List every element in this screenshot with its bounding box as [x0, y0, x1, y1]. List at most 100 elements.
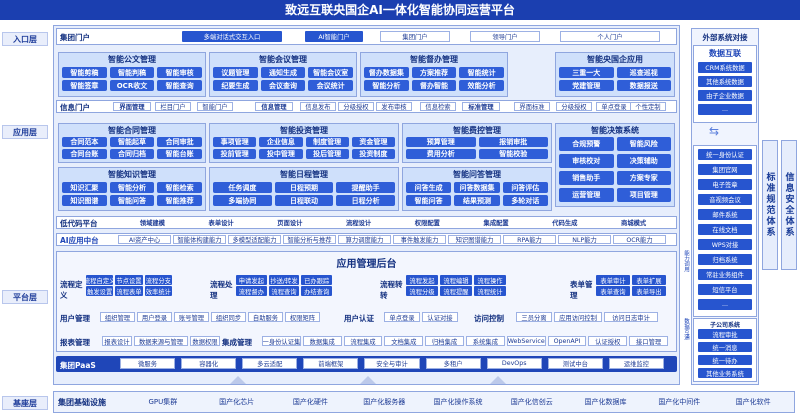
module-item[interactable]: 效能分析 — [459, 80, 504, 91]
backend-item[interactable]: 触发设置 — [86, 286, 114, 296]
info-portal-item[interactable]: 信息发布 — [300, 102, 336, 111]
portal-item[interactable]: 领导门户 — [470, 31, 540, 42]
module-item[interactable]: 智能统计 — [459, 67, 504, 78]
datalink-item[interactable]: ... — [698, 104, 752, 115]
module-item[interactable]: 日程预期 — [274, 182, 334, 193]
backend-item[interactable]: 数据集成 — [302, 336, 342, 346]
info-portal-item[interactable]: 发布审核 — [376, 102, 412, 111]
info-portal-item[interactable]: 个性定制 — [630, 102, 666, 111]
portal-item[interactable]: AI智能门户 — [305, 31, 363, 42]
module-item[interactable]: 三重一大 — [559, 67, 614, 78]
module-item[interactable]: 预算管理 — [406, 137, 476, 147]
module-item[interactable]: 问答生成 — [406, 182, 452, 193]
paas-item[interactable]: DevOps — [486, 358, 542, 369]
module-item[interactable]: 企业信息 — [259, 137, 303, 147]
lowcode-item[interactable]: 表单设计 — [189, 218, 254, 227]
external-system-item[interactable]: 短信平台 — [698, 284, 752, 295]
backend-item[interactable]: 表单审计 — [596, 275, 630, 285]
datalink-item[interactable]: CRM系统数据 — [698, 62, 752, 73]
info-portal-item[interactable]: 分级授权 — [338, 102, 374, 111]
module-item[interactable]: 智能问答 — [109, 195, 155, 206]
subsidiary-item[interactable]: 统一待办 — [698, 355, 752, 365]
portal-item[interactable]: 多端对话式交互入口 — [182, 31, 282, 42]
module-item[interactable]: 合规预警 — [559, 137, 614, 151]
backend-item[interactable]: 流程自定义 — [86, 275, 114, 285]
portal-item[interactable]: 集团门户 — [380, 31, 450, 42]
backend-item[interactable]: 流程分支 — [144, 275, 172, 285]
module-item[interactable]: 销售助手 — [559, 171, 614, 185]
backend-item[interactable]: 数据权限 — [190, 336, 220, 346]
backend-item[interactable]: 流程统计 — [474, 286, 506, 296]
backend-item[interactable]: 三员分离 — [516, 312, 552, 322]
datalink-item[interactable]: 由子企业数据 — [698, 90, 752, 101]
paas-item[interactable]: 容器化 — [181, 358, 237, 369]
ai-capability-item[interactable]: 智能体构建能力 — [173, 235, 226, 244]
backend-item[interactable]: 流程发起 — [406, 275, 438, 285]
module-item[interactable]: 数据报送 — [616, 80, 671, 91]
info-portal-item[interactable]: 界面管理 — [113, 102, 151, 111]
module-item[interactable]: 审核校对 — [559, 154, 614, 168]
paas-item[interactable]: 运维监控 — [608, 358, 664, 369]
module-item[interactable]: 问答评估 — [502, 182, 548, 193]
module-item[interactable]: 智能推荐 — [157, 195, 202, 206]
module-item[interactable]: 智能判稿 — [109, 67, 155, 78]
module-item[interactable]: OCR收文 — [109, 80, 155, 91]
module-item[interactable]: 结果预测 — [454, 195, 500, 206]
backend-item[interactable]: 归档集成 — [425, 336, 464, 346]
backend-item[interactable]: 流程集成 — [343, 336, 383, 346]
module-item[interactable]: 智能分析 — [109, 182, 155, 193]
module-item[interactable]: 多端协同 — [213, 195, 272, 206]
lowcode-item[interactable]: 商城模式 — [601, 218, 666, 227]
backend-item[interactable]: 表单查询 — [596, 286, 630, 296]
backend-item[interactable]: 系统集成 — [466, 336, 505, 346]
subsidiary-item[interactable]: 统一消息 — [698, 342, 752, 352]
module-item[interactable]: 党建管理 — [559, 80, 614, 91]
subsidiary-item[interactable]: 流程审批 — [698, 329, 752, 339]
external-system-item[interactable]: 归档系统 — [698, 254, 752, 265]
ai-capability-item[interactable]: 智能分析与推荐 — [283, 235, 336, 244]
backend-item[interactable]: 权限矩阵 — [285, 312, 320, 322]
module-item[interactable]: 多轮对话 — [502, 195, 548, 206]
backend-item[interactable]: 应用访问控制 — [554, 312, 602, 322]
backend-item[interactable]: 认证对接 — [422, 312, 458, 322]
ai-capability-item[interactable]: NLP能力 — [558, 235, 611, 244]
module-item[interactable]: 智能校验 — [478, 149, 548, 159]
lowcode-item[interactable]: 页面设计 — [258, 218, 323, 227]
ai-capability-item[interactable]: RPA能力 — [503, 235, 556, 244]
module-item[interactable]: 事项管理 — [213, 137, 257, 147]
info-portal-item[interactable]: 单点登录 — [596, 102, 632, 111]
info-portal-item[interactable]: 信息检索 — [420, 102, 456, 111]
lowcode-item[interactable]: 流程设计 — [326, 218, 391, 227]
backend-item[interactable]: 单点登录 — [384, 312, 420, 322]
backend-item[interactable]: 流程查询 — [268, 286, 300, 296]
backend-item[interactable]: WebService — [506, 336, 546, 346]
external-system-item[interactable]: 统一身份认证 — [698, 149, 752, 160]
external-system-item[interactable]: 邮件系统 — [698, 209, 752, 220]
backend-item[interactable]: 组织同步 — [211, 312, 246, 322]
lowcode-item[interactable]: 领域建模 — [120, 218, 185, 227]
module-item[interactable]: 议题管理 — [213, 67, 258, 78]
module-item[interactable]: 智能会议室 — [308, 67, 353, 78]
backend-item[interactable]: 表单扩展 — [632, 275, 666, 285]
paas-item[interactable]: 微服务 — [120, 358, 176, 369]
module-item[interactable]: 投前管理 — [213, 149, 257, 159]
module-item[interactable]: 督办智能 — [411, 80, 457, 91]
backend-item[interactable]: 数据来源与管理 — [134, 336, 188, 346]
module-item[interactable]: 问答数据集 — [454, 182, 500, 193]
module-item[interactable]: 知识图谱 — [62, 195, 107, 206]
module-item[interactable]: 智能剪稿 — [62, 67, 107, 78]
info-portal-item[interactable]: 标准管理 — [462, 102, 500, 111]
ai-capability-item[interactable]: 算力调度能力 — [338, 235, 391, 244]
backend-item[interactable]: 流程表单 — [115, 286, 143, 296]
backend-item[interactable]: 流程操作 — [474, 275, 506, 285]
info-portal-item[interactable]: 分级授权 — [556, 102, 592, 111]
module-item[interactable]: 智能起草 — [109, 137, 155, 147]
module-item[interactable]: 会议查询 — [260, 80, 306, 91]
external-system-item[interactable]: WPS对接 — [698, 239, 752, 250]
external-system-item[interactable]: 电子签章 — [698, 179, 752, 190]
backend-item[interactable]: 报表设计 — [102, 336, 132, 346]
module-item[interactable]: 制度管理 — [305, 137, 349, 147]
paas-item[interactable]: 多云适配 — [242, 358, 298, 369]
module-item[interactable]: 合同台账 — [62, 149, 107, 159]
external-system-item[interactable]: 在线文档 — [698, 224, 752, 235]
